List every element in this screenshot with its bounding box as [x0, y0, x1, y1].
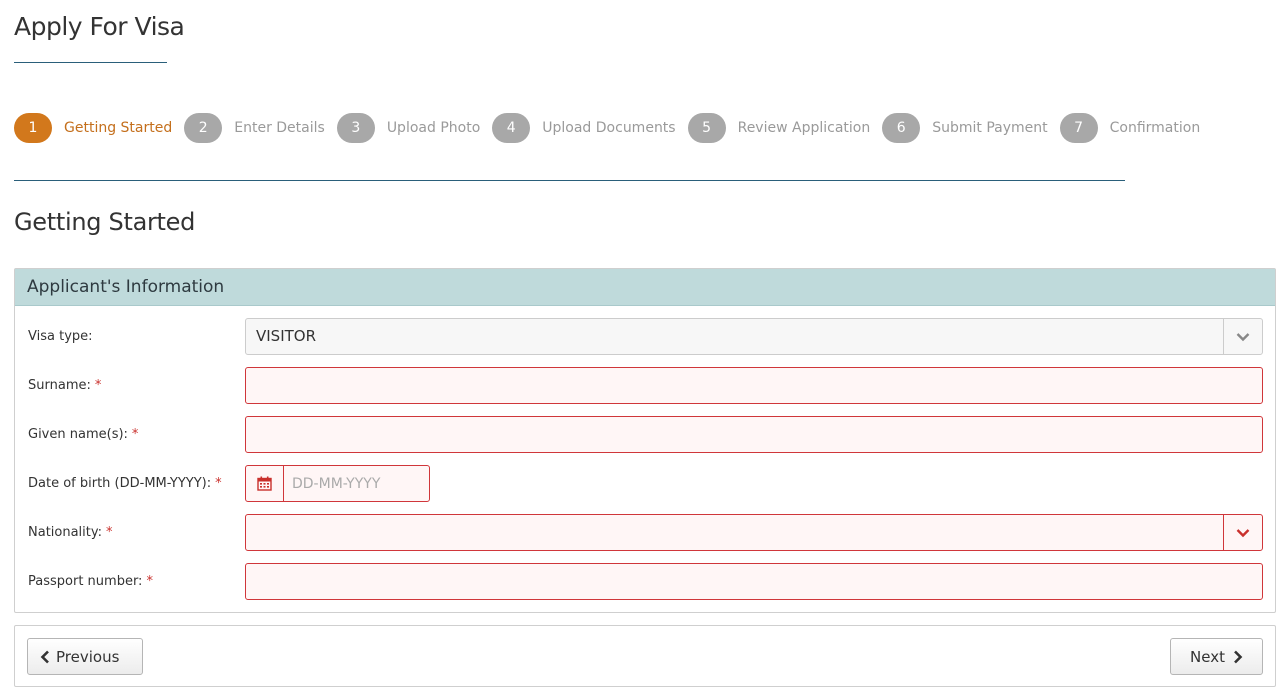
- step-getting-started[interactable]: 1 Getting Started: [14, 113, 172, 143]
- previous-label: Previous: [56, 647, 120, 666]
- passport-row: Passport number: *: [15, 563, 1275, 600]
- given-names-row: Given name(s): *: [15, 416, 1275, 453]
- chevron-down-icon[interactable]: [1223, 515, 1262, 550]
- title-underline: [14, 62, 167, 63]
- visa-type-label: Visa type:: [28, 329, 93, 344]
- visa-type-value: VISITOR: [256, 327, 317, 345]
- nationality-select[interactable]: [245, 514, 1263, 551]
- step-label: Getting Started: [64, 120, 173, 136]
- page-title: Apply For Visa: [14, 12, 185, 41]
- steps-divider: [14, 180, 1125, 181]
- surname-row: Surname: *: [15, 367, 1275, 404]
- passport-label: Passport number: *: [28, 574, 153, 589]
- dob-field: [245, 465, 430, 502]
- chevron-right-icon: [1233, 650, 1243, 664]
- step-number: 6: [882, 113, 921, 143]
- applicant-info-panel: Applicant's Information Visa type: VISIT…: [14, 268, 1276, 613]
- passport-input[interactable]: [246, 564, 1262, 599]
- step-number: 5: [687, 113, 726, 143]
- next-button[interactable]: Next: [1170, 638, 1263, 675]
- previous-button[interactable]: Previous: [27, 638, 143, 675]
- surname-field[interactable]: [245, 367, 1263, 404]
- step-label: Upload Photo: [386, 120, 481, 136]
- given-names-field[interactable]: [245, 416, 1263, 453]
- given-names-label: Given name(s): *: [28, 427, 139, 442]
- step-submit-payment[interactable]: 6 Submit Payment: [882, 113, 1048, 143]
- chevron-down-icon[interactable]: [1223, 319, 1262, 354]
- given-names-input[interactable]: [246, 417, 1262, 452]
- step-label: Review Application: [737, 120, 871, 136]
- next-label: Next: [1190, 647, 1225, 666]
- step-number: 2: [184, 113, 223, 143]
- calendar-icon[interactable]: [246, 466, 284, 501]
- step-number: 3: [336, 113, 375, 143]
- step-upload-documents[interactable]: 4 Upload Documents: [492, 113, 676, 143]
- section-title: Getting Started: [14, 208, 196, 236]
- visa-type-select[interactable]: VISITOR: [245, 318, 1263, 355]
- surname-input[interactable]: [246, 368, 1262, 403]
- passport-field[interactable]: [245, 563, 1263, 600]
- visa-type-row: Visa type: VISITOR: [15, 318, 1275, 355]
- dob-input[interactable]: [284, 466, 429, 501]
- panel-heading: Applicant's Information: [15, 269, 1275, 306]
- dob-row: Date of birth (DD-MM-YYYY): *: [15, 465, 1275, 502]
- wizard-steps: 1 Getting Started 2 Enter Details 3 Uplo…: [14, 112, 1212, 144]
- step-enter-details[interactable]: 2 Enter Details: [184, 113, 325, 143]
- step-label: Submit Payment: [932, 120, 1048, 136]
- step-number: 7: [1059, 113, 1098, 143]
- dob-label: Date of birth (DD-MM-YYYY): *: [28, 476, 222, 491]
- chevron-left-icon: [40, 650, 50, 664]
- nationality-row: Nationality: *: [15, 514, 1275, 551]
- step-review-application[interactable]: 5 Review Application: [687, 113, 871, 143]
- step-number: 1: [14, 113, 52, 143]
- form-footer: Previous Next: [14, 625, 1276, 687]
- step-upload-photo[interactable]: 3 Upload Photo: [336, 113, 481, 143]
- step-number: 4: [492, 113, 531, 143]
- surname-label: Surname: *: [28, 378, 102, 393]
- step-label: Enter Details: [234, 120, 325, 136]
- step-label: Upload Documents: [542, 120, 676, 136]
- step-label: Confirmation: [1109, 120, 1201, 136]
- step-confirmation[interactable]: 7 Confirmation: [1059, 113, 1201, 143]
- nationality-label: Nationality: *: [28, 525, 113, 540]
